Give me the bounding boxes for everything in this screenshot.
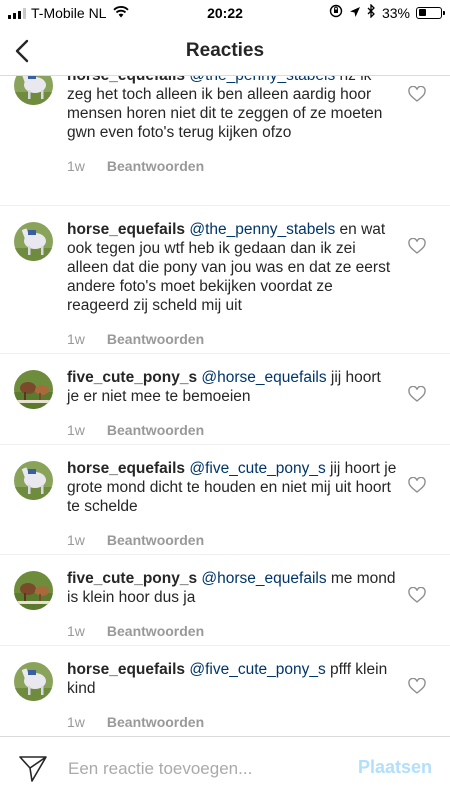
- comment-body: hz ik zeg het toch alleen ik ben alleen …: [67, 76, 383, 141]
- comment-text: horse_equefails @the_penny_stabels en wa…: [67, 220, 397, 315]
- comment-text: five_cute_pony_s @horse_equefails me mon…: [67, 569, 397, 607]
- location-icon: [349, 5, 361, 21]
- reply-button[interactable]: Beantwoorden: [107, 714, 204, 730]
- avatar[interactable]: [14, 370, 53, 409]
- heart-icon[interactable]: [408, 237, 426, 254]
- comment-username[interactable]: five_cute_pony_s: [67, 369, 197, 386]
- avatar[interactable]: [14, 222, 53, 261]
- avatar[interactable]: [14, 662, 53, 701]
- heart-icon[interactable]: [408, 586, 426, 603]
- comment-meta: 1w Beantwoorden: [67, 714, 450, 730]
- comment-item: horse_equefails @the_penny_stabels en wa…: [0, 206, 450, 354]
- comment-mention[interactable]: @the_penny_stabels: [189, 76, 335, 84]
- comment-username[interactable]: horse_equefails: [67, 221, 185, 238]
- post-button[interactable]: Plaatsen: [358, 757, 432, 778]
- comment-time: 1w: [67, 422, 85, 438]
- comment-input[interactable]: [68, 756, 338, 782]
- reply-button[interactable]: Beantwoorden: [107, 532, 204, 548]
- comment-username[interactable]: horse_equefails: [67, 76, 185, 84]
- comment-time: 1w: [67, 331, 85, 347]
- comment-mention[interactable]: @horse_equefails: [201, 369, 326, 386]
- comment-time: 1w: [67, 714, 85, 730]
- comment-username[interactable]: horse_equefails: [67, 661, 185, 678]
- header: Reacties: [0, 26, 450, 76]
- direct-send-icon[interactable]: [18, 755, 48, 783]
- reply-button[interactable]: Beantwoorden: [107, 623, 204, 639]
- comment-time: 1w: [67, 158, 85, 174]
- comment-text: horse_equefails @five_cute_pony_s pfff k…: [67, 660, 397, 698]
- heart-icon[interactable]: [408, 476, 426, 493]
- comment-meta: 1w Beantwoorden: [67, 532, 450, 548]
- comment-meta: 1w Beantwoorden: [67, 623, 450, 639]
- comment-mention[interactable]: @horse_equefails: [201, 570, 326, 587]
- comment-item: horse_equefails @five_cute_pony_s pfff k…: [0, 646, 450, 736]
- comment-time: 1w: [67, 532, 85, 548]
- comment-mention[interactable]: @the_penny_stabels: [189, 221, 335, 238]
- comment-meta: 1w Beantwoorden: [67, 422, 450, 438]
- comment-meta: 1w Beantwoorden: [67, 158, 450, 174]
- comment-mention[interactable]: @five_cute_pony_s: [189, 460, 325, 477]
- comment-username[interactable]: five_cute_pony_s: [67, 570, 197, 587]
- reply-button[interactable]: Beantwoorden: [107, 158, 204, 174]
- battery-icon: [416, 6, 445, 19]
- comment-mention[interactable]: @five_cute_pony_s: [189, 661, 325, 678]
- avatar[interactable]: [14, 76, 53, 105]
- heart-icon[interactable]: [408, 677, 426, 694]
- status-bar: T-Mobile NL 20:22 33%: [0, 0, 450, 26]
- comment-text: horse_equefails @five_cute_pony_s jij ho…: [67, 459, 397, 516]
- comment-item: five_cute_pony_s @horse_equefails jij ho…: [0, 354, 450, 445]
- reply-button[interactable]: Beantwoorden: [107, 422, 204, 438]
- avatar[interactable]: [14, 571, 53, 610]
- comment-composer: Plaatsen: [0, 736, 450, 800]
- orientation-lock-icon: [329, 4, 343, 21]
- heart-icon[interactable]: [408, 85, 426, 102]
- heart-icon[interactable]: [408, 385, 426, 402]
- comment-text: five_cute_pony_s @horse_equefails jij ho…: [67, 368, 397, 406]
- page-title: Reacties: [185, 40, 265, 61]
- comments-list[interactable]: horse_equefails @the_penny_stabels hz ik…: [0, 76, 450, 736]
- bluetooth-icon: [367, 3, 376, 21]
- comment-meta: 1w Beantwoorden: [67, 331, 450, 347]
- comment-item: horse_equefails @five_cute_pony_s jij ho…: [0, 445, 450, 555]
- comment-text: horse_equefails @the_penny_stabels hz ik…: [67, 76, 397, 142]
- comment-username[interactable]: horse_equefails: [67, 460, 185, 477]
- comment-item: horse_equefails @the_penny_stabels hz ik…: [0, 76, 450, 206]
- reply-button[interactable]: Beantwoorden: [107, 331, 204, 347]
- status-right: 33%: [329, 3, 445, 21]
- battery-percent: 33%: [381, 4, 410, 21]
- comment-time: 1w: [67, 623, 85, 639]
- comment-item: five_cute_pony_s @horse_equefails me mon…: [0, 555, 450, 646]
- avatar[interactable]: [14, 461, 53, 500]
